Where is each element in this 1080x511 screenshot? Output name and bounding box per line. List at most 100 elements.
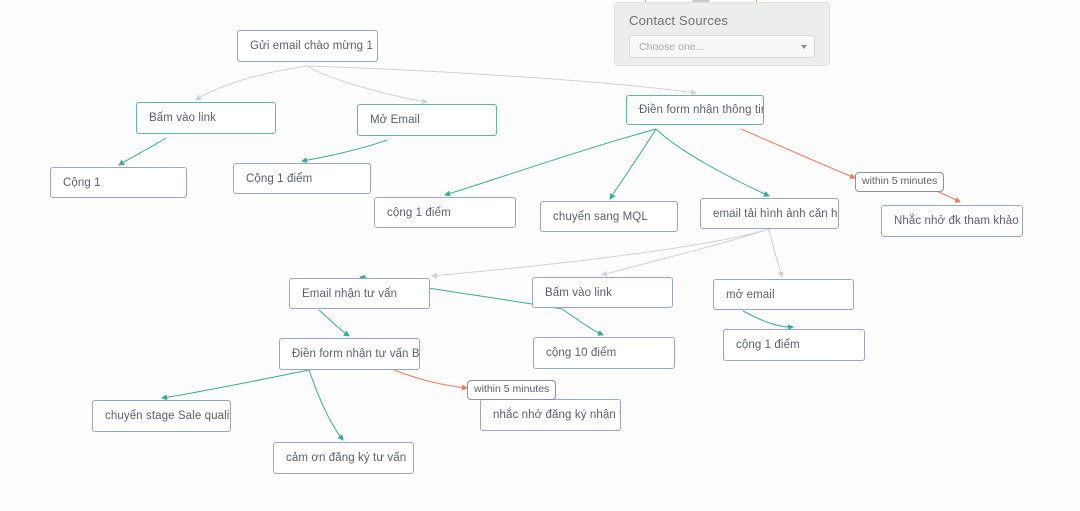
workflow-node[interactable]: nhắc nhớ đăng ký nhận t... bbox=[480, 399, 621, 431]
node-input-port[interactable] bbox=[351, 278, 371, 279]
workflow-edge bbox=[768, 228, 784, 278]
workflow-edge bbox=[561, 308, 604, 336]
chevron-down-icon bbox=[801, 44, 807, 49]
node-input-port[interactable] bbox=[600, 201, 620, 202]
node-output-port-success[interactable] bbox=[647, 124, 667, 125]
workflow-edge bbox=[393, 369, 468, 391]
node-input-port[interactable] bbox=[418, 104, 438, 105]
node-label: cộng 10 điểm bbox=[546, 347, 617, 359]
node-input-port[interactable] bbox=[595, 337, 615, 338]
workflow-node[interactable]: cộng 10 điểm bbox=[533, 337, 675, 369]
node-label: Điền form nhận tư vấn BDS bbox=[292, 348, 420, 360]
node-output-port[interactable] bbox=[157, 133, 177, 134]
workflow-edge bbox=[933, 189, 961, 203]
node-output-port[interactable] bbox=[785, 360, 805, 361]
node-output-port-failure[interactable] bbox=[376, 369, 396, 370]
node-output-port[interactable] bbox=[378, 135, 398, 136]
workflow-node[interactable]: Cộng 1 điểm bbox=[233, 163, 371, 194]
delay-chip[interactable]: within 5 minutes bbox=[855, 172, 945, 192]
workflow-edge bbox=[318, 309, 350, 337]
node-label: Điền form nhận thông tin ... bbox=[639, 104, 763, 116]
node-label: Mở Email bbox=[370, 114, 420, 126]
node-label: Email nhận tư vấn bbox=[302, 287, 398, 300]
workflow-node[interactable]: Mở Email bbox=[357, 104, 497, 136]
workflow-edge bbox=[740, 128, 856, 179]
node-label: chuyển stage Sale qualifie... bbox=[105, 410, 230, 422]
workflow-node[interactable]: chuyển stage Sale qualifie... bbox=[92, 400, 231, 432]
node-output-port[interactable] bbox=[542, 430, 562, 431]
workflow-edge bbox=[306, 65, 428, 105]
workflow-node[interactable]: mở email bbox=[713, 279, 854, 310]
node-output-port[interactable] bbox=[600, 231, 620, 232]
node-output-port[interactable] bbox=[299, 61, 319, 62]
workflow-node[interactable]: Cộng 1 bbox=[50, 167, 187, 198]
node-output-port[interactable] bbox=[153, 431, 173, 432]
node-label: Nhắc nhở đk tham khảo ... bbox=[894, 215, 1023, 227]
node-output-port[interactable] bbox=[943, 236, 963, 237]
node-input-port[interactable] bbox=[785, 329, 805, 330]
node-output-port[interactable] bbox=[734, 309, 754, 310]
node-label: cộng 1 điểm bbox=[736, 339, 800, 351]
node-output-port[interactable] bbox=[310, 308, 330, 309]
node-input-port[interactable] bbox=[197, 102, 217, 103]
workflow-node[interactable]: Nhắc nhở đk tham khảo ... bbox=[881, 205, 1023, 237]
node-label: Cộng 1 bbox=[63, 176, 101, 189]
node-output-port[interactable] bbox=[595, 368, 615, 369]
node-output-port-failure[interactable] bbox=[720, 124, 740, 125]
workflow-node[interactable]: cảm ơn đăng ký tư vấn bbox=[273, 442, 414, 474]
workflow-edge bbox=[195, 65, 308, 101]
node-label: cộng 1 điểm bbox=[387, 206, 451, 219]
node-input-port[interactable] bbox=[686, 95, 706, 96]
node-label: Bấm vào link bbox=[149, 112, 217, 124]
workflow-edge bbox=[444, 128, 657, 197]
workflow-edge bbox=[118, 137, 167, 166]
node-input-port[interactable] bbox=[341, 338, 361, 339]
contact-sources-panel: Contact Sources Choose one... bbox=[614, 2, 830, 66]
node-label: Gửi email chào mừng 1 bbox=[250, 40, 373, 52]
node-label: cảm ơn đăng ký tư vấn bbox=[286, 452, 407, 464]
workflow-node[interactable]: Điền form nhận thông tin ... bbox=[626, 95, 764, 125]
workflow-node[interactable]: chuyển sang MQL bbox=[540, 201, 678, 232]
node-input-port[interactable] bbox=[943, 205, 963, 206]
node-output-port-success[interactable] bbox=[300, 369, 320, 370]
delay-chip[interactable]: within 5 minutes bbox=[467, 380, 557, 400]
node-label: nhắc nhớ đăng ký nhận t... bbox=[493, 409, 621, 421]
workflow-node[interactable]: email tải hình ảnh căn hộ bbox=[700, 198, 839, 229]
contact-sources-select[interactable]: Choose one... bbox=[629, 35, 815, 58]
workflow-node[interactable]: Bấm vào link bbox=[532, 277, 673, 308]
node-output-port[interactable] bbox=[436, 227, 456, 228]
workflow-edge bbox=[431, 228, 770, 279]
node-input-port[interactable] bbox=[436, 197, 456, 198]
node-output-port[interactable] bbox=[553, 307, 573, 308]
workflow-edge bbox=[609, 128, 657, 200]
node-input-port[interactable] bbox=[775, 279, 795, 280]
node-output-port[interactable] bbox=[110, 197, 130, 198]
node-output-port[interactable] bbox=[335, 473, 355, 474]
node-input-port[interactable] bbox=[153, 400, 173, 401]
node-input-port[interactable] bbox=[299, 30, 319, 31]
select-placeholder: Choose one... bbox=[639, 40, 705, 53]
panel-title: Contact Sources bbox=[629, 13, 729, 28]
workflow-edge bbox=[655, 128, 770, 197]
node-input-port[interactable] bbox=[335, 442, 355, 443]
node-input-port[interactable] bbox=[761, 198, 781, 199]
workflow-node[interactable]: Gửi email chào mừng 1 bbox=[237, 30, 378, 62]
workflow-edge bbox=[308, 369, 344, 441]
node-input-port[interactable] bbox=[293, 163, 313, 164]
node-label: Cộng 1 điểm bbox=[246, 172, 313, 185]
workflow-node[interactable]: Điền form nhận tư vấn BDS bbox=[279, 338, 420, 370]
workflow-edge bbox=[301, 139, 388, 164]
node-input-port[interactable] bbox=[594, 277, 614, 278]
workflow-edge bbox=[742, 310, 794, 331]
workflow-node[interactable]: cộng 1 điểm bbox=[374, 197, 516, 228]
node-label: Bấm vào link bbox=[545, 286, 613, 299]
node-label: chuyển sang MQL bbox=[553, 210, 648, 223]
workflow-edge bbox=[306, 65, 697, 96]
node-output-port[interactable] bbox=[761, 228, 781, 229]
workflow-node[interactable]: cộng 1 điểm bbox=[723, 329, 865, 361]
node-output-port[interactable] bbox=[293, 193, 313, 194]
workflow-node[interactable]: Bấm vào link bbox=[136, 102, 276, 134]
node-input-port[interactable] bbox=[110, 167, 130, 168]
workflow-node[interactable]: Email nhận tư vấn bbox=[289, 278, 430, 309]
workflow-canvas[interactable]: Gửi email chào mừng 1 Bấm vào link Mở Emai… bbox=[0, 0, 1080, 511]
